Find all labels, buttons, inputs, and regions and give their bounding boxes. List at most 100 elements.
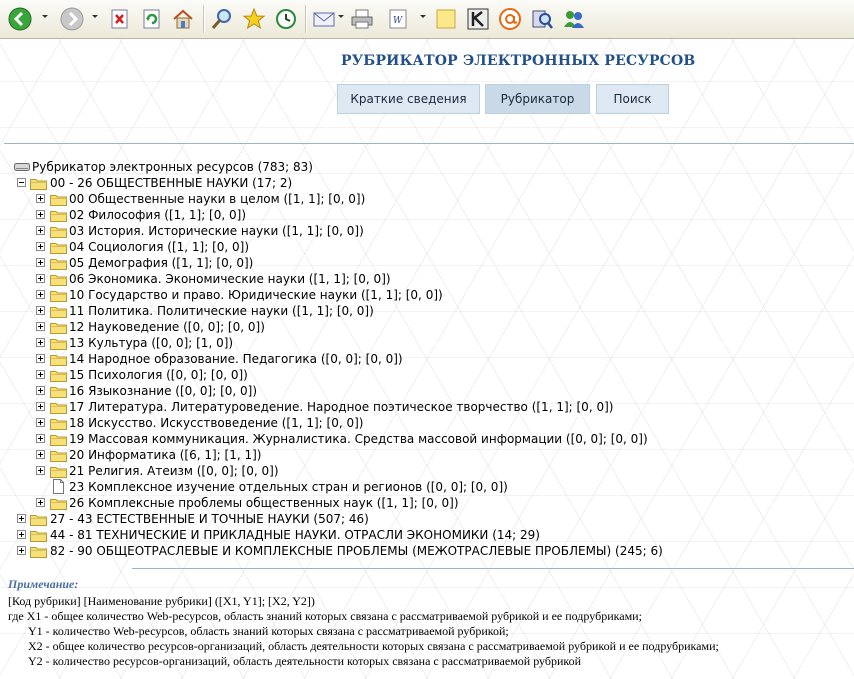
mail-icon[interactable]	[312, 7, 336, 31]
tree-item-label[interactable]: 18 Искусство. Искусствоведение ([1, 1]; …	[69, 416, 363, 430]
discuss-icon[interactable]	[530, 7, 554, 31]
tree-item-label[interactable]: 14 Народное образование. Педагогика ([0,…	[69, 352, 403, 366]
tree-item-label[interactable]: 10 Государство и право. Юридические наук…	[69, 288, 443, 302]
expand-toggle-icon[interactable]	[36, 210, 45, 219]
print-icon[interactable]	[350, 7, 374, 31]
folder-icon	[50, 369, 67, 382]
tree-item-label[interactable]: 12 Науковедение ([0, 0]; [0, 0])	[69, 320, 265, 334]
back-icon[interactable]	[8, 7, 32, 31]
messenger-people-icon[interactable]	[562, 7, 586, 31]
tree-item[interactable]: 23 Комплексное изучение отдельных стран …	[0, 479, 840, 495]
expand-toggle-icon[interactable]	[36, 498, 45, 507]
expand-toggle-icon[interactable]	[36, 226, 45, 235]
tree-item-label[interactable]: 05 Демография ([1, 1]; [0, 0])	[69, 256, 253, 270]
tree-item-label[interactable]: 27 - 43 ЕСТЕСТВЕННЫЕ И ТОЧНЫЕ НАУКИ (507…	[50, 512, 369, 526]
history-icon[interactable]	[274, 7, 298, 31]
nav-summary-button[interactable]: Краткие сведения	[337, 84, 480, 114]
favorites-icon[interactable]	[242, 7, 266, 31]
expand-toggle-icon[interactable]	[17, 546, 26, 555]
tree-item-label[interactable]: 20 Информатика ([6, 1]; [1, 1])	[69, 448, 261, 462]
messenger-icon[interactable]	[498, 7, 522, 31]
home-icon[interactable]	[171, 7, 195, 31]
tree-item[interactable]: 14 Народное образование. Педагогика ([0,…	[0, 351, 840, 367]
folder-icon	[30, 177, 47, 190]
expand-toggle-icon[interactable]	[36, 290, 45, 299]
tree-item[interactable]: 13 Культура ([0, 0]; [1, 0])	[0, 335, 840, 351]
expand-toggle-icon[interactable]	[36, 242, 45, 251]
tree-item[interactable]: 00 Общественные науки в целом ([1, 1]; […	[0, 191, 840, 207]
expand-toggle-icon[interactable]	[36, 370, 45, 379]
expand-toggle-icon[interactable]	[36, 338, 45, 347]
research-icon[interactable]	[466, 7, 490, 31]
tree-item-label[interactable]: 26 Комплексные проблемы общественных нау…	[69, 496, 459, 510]
tree-item[interactable]: 20 Информатика ([6, 1]; [1, 1])	[0, 447, 840, 463]
tree-item-label[interactable]: 82 - 90 ОБЩЕОТРАСЛЕВЫЕ И КОМПЛЕКСНЫЕ ПРО…	[50, 544, 663, 558]
expand-toggle-icon[interactable]	[36, 322, 45, 331]
tree-item-label[interactable]: 16 Языкознание ([0, 0]; [0, 0])	[69, 384, 257, 398]
expand-toggle-icon[interactable]	[36, 306, 45, 315]
tree-item[interactable]: 10 Государство и право. Юридические наук…	[0, 287, 840, 303]
note-icon[interactable]	[434, 7, 458, 31]
tree-item-label[interactable]: 06 Экономика. Экономические науки ([1, 1…	[69, 272, 391, 286]
tree-item[interactable]: 05 Демография ([1, 1]; [0, 0])	[0, 255, 840, 271]
nav-rubricator-button[interactable]: Рубрикатор	[485, 84, 590, 114]
tree-root[interactable]: Рубрикатор электронных ресурсов (783; 83…	[14, 159, 313, 175]
mail-dropdown-icon[interactable]	[338, 15, 344, 18]
note-line-1: [Код рубрики] [Наименование рубрики] ([X…	[8, 594, 315, 608]
forward-icon[interactable]	[60, 7, 84, 31]
tree-item-label[interactable]: 02 Философия ([1, 1]; [0, 0])	[69, 208, 246, 222]
expand-toggle-icon[interactable]	[36, 450, 45, 459]
tree-item[interactable]: 12 Науковедение ([0, 0]; [0, 0])	[0, 319, 840, 335]
expand-toggle-icon[interactable]	[17, 514, 26, 523]
tree-item[interactable]: 17 Литература. Литературоведение. Народн…	[0, 399, 840, 415]
tree-item[interactable]: 21 Религия. Атеизм ([0, 0]; [0, 0])	[0, 463, 840, 479]
tree-item[interactable]: 04 Социология ([1, 1]; [0, 0])	[0, 239, 840, 255]
tree-item[interactable]: 06 Экономика. Экономические науки ([1, 1…	[0, 271, 840, 287]
tree-item-label[interactable]: 00 Общественные науки в целом ([1, 1]; […	[69, 192, 365, 206]
expand-toggle-icon[interactable]	[17, 530, 26, 539]
edit-icon[interactable]: W	[386, 7, 410, 31]
tree-item-label[interactable]: 17 Литература. Литературоведение. Народн…	[69, 400, 613, 414]
expand-toggle-icon[interactable]	[36, 354, 45, 363]
expand-toggle-icon[interactable]	[36, 418, 45, 427]
expand-toggle-icon[interactable]	[36, 274, 45, 283]
back-dropdown-icon[interactable]	[42, 15, 48, 18]
expand-toggle-icon[interactable]	[36, 194, 45, 203]
tree-item-label[interactable]: 23 Комплексное изучение отдельных стран …	[69, 480, 508, 494]
tree-section[interactable]: 00 - 26 ОБЩЕСТВЕННЫЕ НАУКИ (17; 2)	[0, 175, 840, 191]
tree-item-label[interactable]: 00 - 26 ОБЩЕСТВЕННЫЕ НАУКИ (17; 2)	[50, 176, 292, 190]
tree-item[interactable]: 18 Искусство. Искусствоведение ([1, 1]; …	[0, 415, 840, 431]
forward-dropdown-icon[interactable]	[92, 15, 98, 18]
tree-item-label[interactable]: 03 История. Исторические науки ([1, 1]; …	[69, 224, 364, 238]
tree-item-label[interactable]: 19 Массовая коммуникация. Журналистика. …	[69, 432, 648, 446]
tree-item[interactable]: 16 Языкознание ([0, 0]; [0, 0])	[0, 383, 840, 399]
tree-section[interactable]: 27 - 43 ЕСТЕСТВЕННЫЕ И ТОЧНЫЕ НАУКИ (507…	[0, 511, 840, 527]
expand-toggle-icon[interactable]	[36, 258, 45, 267]
tree-item-label[interactable]: 11 Политика. Политические науки ([1, 1];…	[69, 304, 374, 318]
tree-item-label[interactable]: 04 Социология ([1, 1]; [0, 0])	[69, 240, 249, 254]
expand-toggle-icon[interactable]	[36, 402, 45, 411]
tree-item[interactable]: 11 Политика. Политические науки ([1, 1];…	[0, 303, 840, 319]
expand-toggle-icon[interactable]	[36, 386, 45, 395]
folder-icon	[50, 209, 67, 222]
refresh-icon[interactable]	[140, 7, 164, 31]
collapse-toggle-icon[interactable]	[17, 178, 26, 187]
tree-item-label[interactable]: 44 - 81 ТЕХНИЧЕСКИЕ И ПРИКЛАДНЫЕ НАУКИ. …	[50, 528, 540, 542]
tree-item[interactable]: 03 История. Исторические науки ([1, 1]; …	[0, 223, 840, 239]
tree-item[interactable]: 19 Массовая коммуникация. Журналистика. …	[0, 431, 840, 447]
tree-section[interactable]: 44 - 81 ТЕХНИЧЕСКИЕ И ПРИКЛАДНЫЕ НАУКИ. …	[0, 527, 840, 543]
stop-icon[interactable]	[108, 7, 132, 31]
edit-dropdown-icon[interactable]	[420, 15, 426, 18]
tree-section[interactable]: 82 - 90 ОБЩЕОТРАСЛЕВЫЕ И КОМПЛЕКСНЫЕ ПРО…	[0, 543, 840, 559]
tree-item[interactable]: 02 Философия ([1, 1]; [0, 0])	[0, 207, 840, 223]
expand-toggle-icon[interactable]	[36, 466, 45, 475]
folder-icon	[30, 545, 47, 558]
tree-item-label[interactable]: 15 Психология ([0, 0]; [0, 0])	[69, 368, 248, 382]
expand-toggle-icon[interactable]	[36, 434, 45, 443]
tree-item[interactable]: 26 Комплексные проблемы общественных нау…	[0, 495, 840, 511]
search-icon[interactable]	[210, 7, 234, 31]
tree-item[interactable]: 15 Психология ([0, 0]; [0, 0])	[0, 367, 840, 383]
tree-item-label[interactable]: 13 Культура ([0, 0]; [1, 0])	[69, 336, 233, 350]
nav-search-button[interactable]: Поиск	[596, 84, 669, 114]
tree-item-label[interactable]: 21 Религия. Атеизм ([0, 0]; [0, 0])	[69, 464, 279, 478]
